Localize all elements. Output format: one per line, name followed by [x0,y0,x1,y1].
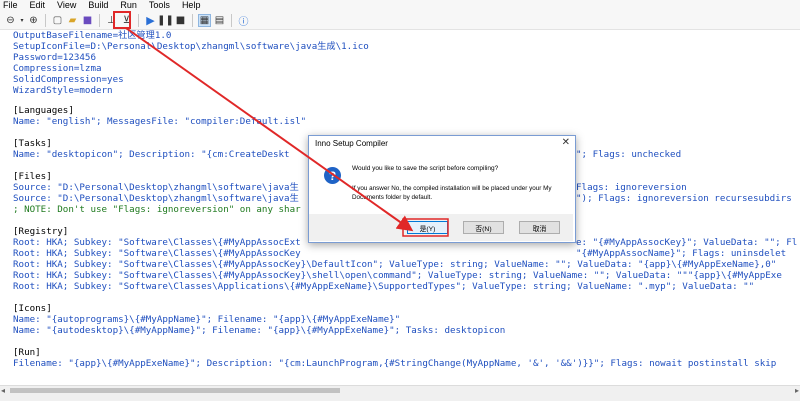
editor-line: Root: HKA; Subkey: "Software\Classes\App… [13,281,755,292]
menu-tools[interactable]: Tools [149,0,170,11]
menu-run[interactable]: Run [120,0,137,11]
target-setup-icon[interactable]: ▦ [198,13,211,27]
forward-icon[interactable]: ⊕ [27,14,40,27]
new-file-icon[interactable]: ▢ [51,14,64,27]
editor-line: OutputBaseFilename=社区管理1.0 [13,30,172,41]
editor-line: Name: "desktopicon"; Description: "{cm:C… [13,149,290,160]
dropdown-icon[interactable]: ▾ [19,14,25,27]
toolbar-divider [99,13,100,27]
question-icon: ? [324,167,341,184]
editor-line: Root: HKA; Subkey: "Software\Classes\{#M… [13,270,782,281]
dialog-message: Would you like to save the script before… [352,165,499,172]
status-bar [0,395,800,401]
menu-bar: File Edit View Build Run Tools Help [0,0,800,11]
editor-line: Compression=lzma [13,63,102,74]
close-icon[interactable]: ✕ [562,137,570,148]
menu-edit[interactable]: Edit [30,0,46,11]
dialog-title: Inno Setup Compiler [315,139,388,148]
help-icon[interactable]: ⓘ [237,14,250,28]
yes-button[interactable]: 是(Y) [407,221,448,234]
menu-build[interactable]: Build [88,0,108,11]
save-icon[interactable]: ■ [81,14,94,27]
editor-line-tail: "{#MyAppAssocName}"; Flags: uninsdelet [576,248,787,259]
target-uninstall-icon[interactable]: ▤ [213,14,226,27]
toolbar-divider [231,13,232,27]
editor-line: Source: "D:\Personal\Desktop\zhangml\sof… [13,193,299,204]
editor-line-tail: "; Flags: unchecked [576,149,682,160]
dialog-footer: 是(Y) 否(N) 取消 [309,214,573,241]
pause-icon[interactable]: ❚❚ [157,14,174,27]
menu-file[interactable]: File [3,0,18,11]
editor-line: SetupIconFile=D:\Personal\Desktop\zhangm… [13,41,369,52]
run-icon[interactable]: ▶ [144,14,157,27]
editor-line: SolidCompression=yes [13,74,124,85]
scroll-left-icon[interactable]: ◂ [1,386,5,395]
no-button[interactable]: 否(N) [463,221,504,234]
run-button-annotation-box [113,11,131,29]
editor-line: Password=123456 [13,52,96,63]
section-header-icons: [Icons] [13,303,52,314]
back-icon[interactable]: ⊖ [4,14,17,27]
editor-line-tail: Flags: ignoreversion [576,182,687,193]
toolbar-divider [45,13,46,27]
scroll-right-icon[interactable]: ▸ [795,386,799,395]
toolbar-divider [138,13,139,27]
section-header-files: [Files] [13,171,52,182]
editor-comment-line: ; NOTE: Don't use "Flags: ignoreversion"… [13,204,301,215]
open-folder-icon[interactable]: ▰ [66,14,79,27]
editor-line: Name: "english"; MessagesFile: "compiler… [13,116,307,127]
editor-line: Root: HKA; Subkey: "Software\Classes\{#M… [13,248,301,259]
save-prompt-dialog: Inno Setup Compiler ✕ ? Would you like t… [308,135,576,243]
dialog-detail: If you answer No, the compiled installat… [352,185,552,201]
horizontal-scrollbar[interactable]: ◂ ▸ [0,385,800,395]
editor-line: Root: HKA; Subkey: "Software\Classes\{#M… [13,237,301,248]
terminate-icon[interactable]: ■ [174,14,187,27]
editor-line: Name: "{autodesktop}\{#MyAppName}"; File… [13,325,506,336]
scrollbar-thumb[interactable] [10,388,340,393]
dialog-body: ? Would you like to save the script befo… [309,154,575,212]
editor-line-tail: "); Flags: ignoreversion recursesubdirs [576,193,792,204]
section-header-registry: [Registry] [13,226,69,237]
editor-line: WizardStyle=modern [13,85,113,96]
editor-line: Filename: "{app}\{#MyAppExeName}"; Descr… [13,358,777,369]
editor-line-tail: e: "{#MyAppAssocKey}"; ValueData: ""; Fl [576,237,798,248]
section-header-tasks: [Tasks] [13,138,52,149]
menu-view[interactable]: View [57,0,76,11]
editor-line: Root: HKA; Subkey: "Software\Classes\{#M… [13,259,777,270]
editor-line: Source: "D:\Personal\Desktop\zhangml\sof… [13,182,299,193]
section-header-languages: [Languages] [13,105,74,116]
cancel-button[interactable]: 取消 [519,221,560,234]
section-header-run: [Run] [13,347,41,358]
menu-help[interactable]: Help [182,0,201,11]
toolbar-divider [192,13,193,27]
editor-line: Name: "{autoprograms}\{#MyAppName}"; Fil… [13,314,401,325]
